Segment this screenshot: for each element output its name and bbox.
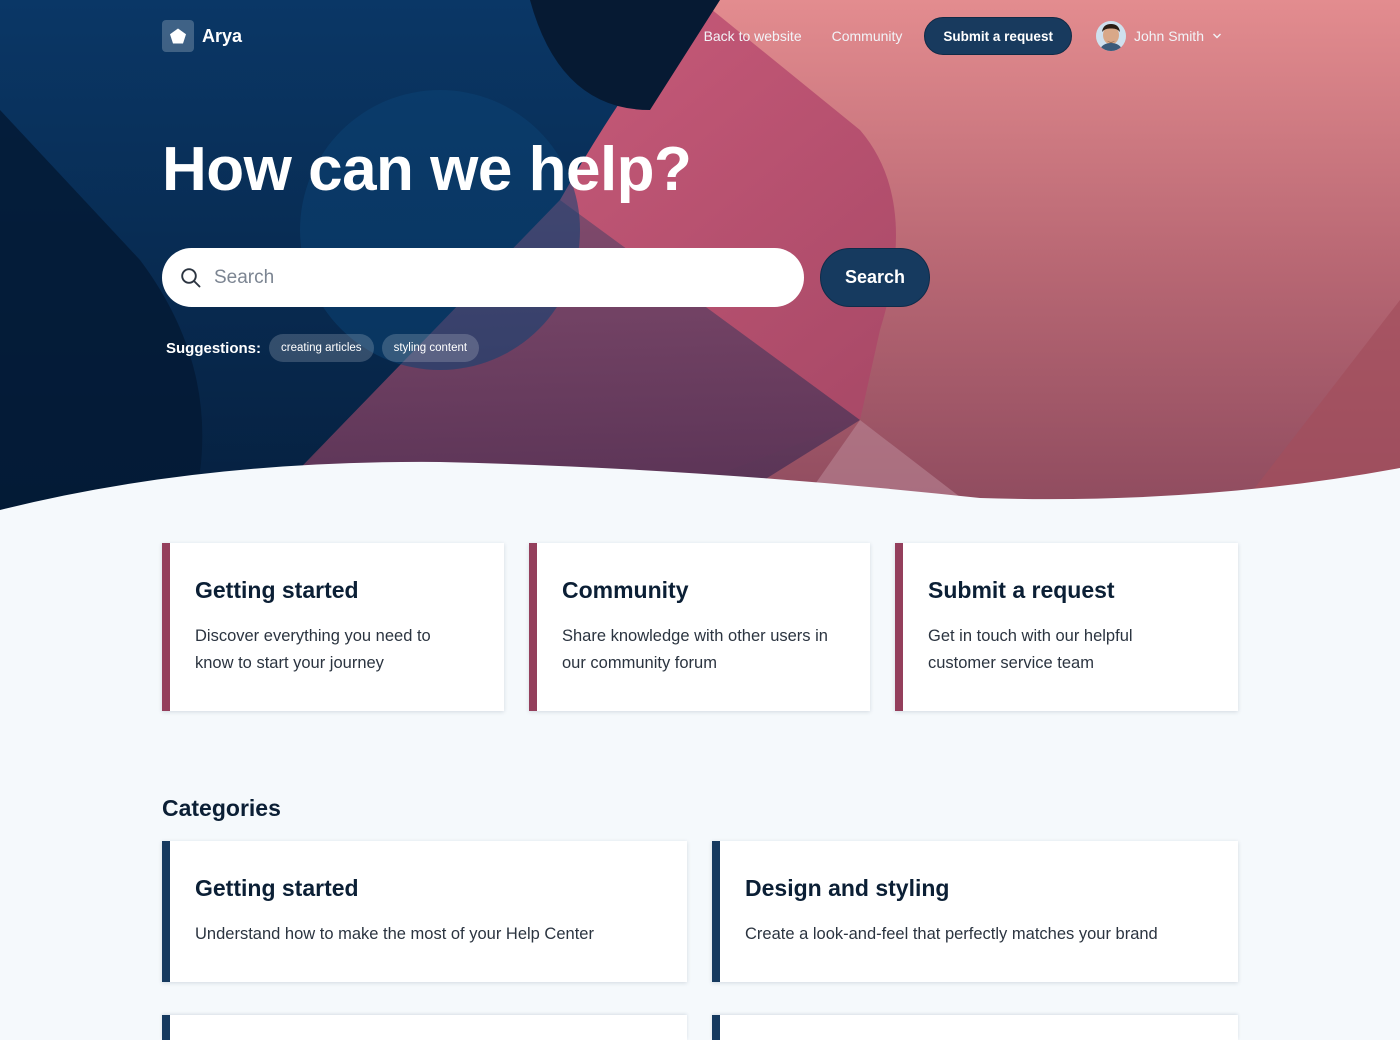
- block-description-line: Discover everything you need to: [195, 627, 431, 645]
- top-navigation: Arya Back to website Community Submit a …: [162, 17, 1238, 55]
- block-description: Get in touch with our helpful customer s…: [928, 623, 1133, 677]
- card-accent-bar: [895, 543, 903, 711]
- block-submit-request[interactable]: Submit a request Get in touch with our h…: [895, 543, 1238, 711]
- category-description: Create a look-and-feel that perfectly ma…: [745, 925, 1158, 943]
- chevron-down-icon: [1213, 33, 1221, 39]
- block-title: Getting started: [195, 577, 359, 603]
- block-title: Submit a request: [928, 577, 1115, 603]
- category-title: Design and styling: [745, 875, 950, 901]
- suggestions-label: Suggestions:: [166, 339, 262, 357]
- pentagon-logo-icon: [162, 20, 194, 52]
- submit-request-button[interactable]: Submit a request: [924, 17, 1072, 55]
- block-description-line: Share knowledge with other users in: [562, 627, 828, 645]
- search-icon: [181, 267, 201, 287]
- card-accent-bar: [162, 543, 170, 711]
- search-button[interactable]: Search: [820, 248, 930, 307]
- card-accent-bar: [162, 1015, 170, 1040]
- block-community[interactable]: Community Share knowledge with other use…: [529, 543, 870, 711]
- category-card-partial[interactable]: [712, 1015, 1238, 1040]
- brand[interactable]: Arya: [162, 20, 242, 52]
- card-accent-bar: [529, 543, 537, 711]
- community-link[interactable]: Community: [832, 28, 903, 44]
- user-menu[interactable]: John Smith: [1095, 21, 1222, 51]
- category-title: Getting started: [195, 875, 359, 901]
- block-description-line: customer service team: [928, 654, 1094, 672]
- search-box: [162, 248, 804, 307]
- user-name: John Smith: [1133, 28, 1204, 44]
- category-design-and-styling[interactable]: Design and styling Create a look-and-fee…: [712, 841, 1238, 982]
- block-description-line: Get in touch with our helpful: [928, 627, 1133, 645]
- block-description-line: know to start your journey: [195, 654, 384, 672]
- block-title: Community: [562, 577, 689, 603]
- page-title: How can we help?: [162, 135, 692, 204]
- search-input[interactable]: [214, 266, 774, 289]
- card-accent-bar: [712, 1015, 720, 1040]
- category-description: Understand how to make the most of your …: [195, 925, 594, 943]
- suggestions: Suggestions: creating articles styling c…: [166, 334, 480, 362]
- block-getting-started[interactable]: Getting started Discover everything you …: [162, 543, 504, 711]
- back-to-website-link[interactable]: Back to website: [704, 28, 802, 44]
- brand-name: Arya: [202, 25, 243, 46]
- card-accent-bar: [162, 841, 170, 982]
- categories-heading: Categories: [162, 795, 281, 821]
- block-description: Share knowledge with other users in our …: [562, 623, 828, 677]
- suggestion-chip[interactable]: creating articles: [269, 334, 374, 362]
- block-description-line: our community forum: [562, 654, 717, 672]
- block-description: Discover everything you need to know to …: [195, 623, 431, 677]
- hero-section: Arya Back to website Community Submit a …: [0, 0, 1400, 520]
- category-getting-started[interactable]: Getting started Understand how to make t…: [162, 841, 687, 982]
- card-accent-bar: [712, 841, 720, 982]
- suggestion-chip[interactable]: styling content: [381, 334, 480, 362]
- avatar: [1095, 21, 1126, 51]
- category-card-partial[interactable]: [162, 1015, 687, 1040]
